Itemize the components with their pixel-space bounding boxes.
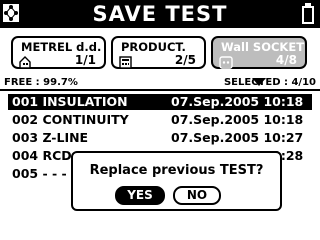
- list-item[interactable]: 002 CONTINUITY 07.Sep.2005 10:18: [8, 112, 312, 128]
- tab-product[interactable]: PRODUCT. 2/5: [111, 36, 206, 69]
- page-title: SAVE TEST: [92, 2, 228, 26]
- selected-count: SELECTED : 4/10: [223, 77, 316, 88]
- test-name: 005 - - - -: [12, 166, 77, 181]
- test-name: 004 RCD: [12, 148, 72, 163]
- no-button[interactable]: NO: [173, 186, 221, 205]
- tab-count: 4/8: [275, 53, 297, 67]
- test-date: 07.Sep.2005 10:18: [171, 94, 304, 109]
- test-date: 07.Sep.2005 10:27: [171, 130, 304, 145]
- divider: [0, 89, 320, 91]
- list-item[interactable]: 003 Z-LINE 07.Sep.2005 10:27: [8, 130, 312, 146]
- device-icon: [119, 54, 132, 69]
- tab-label: Wall SOCKET: [221, 40, 305, 54]
- tab-wall-socket[interactable]: Wall SOCKET 4/8: [211, 36, 307, 69]
- socket-icon: [219, 54, 233, 69]
- building-icon: [19, 54, 31, 69]
- dialog-question: Replace previous TEST?: [89, 163, 264, 178]
- confirm-dialog: Replace previous TEST? YES NO: [71, 151, 282, 211]
- tab-count: 1/1: [74, 53, 96, 67]
- test-date: 07.Sep.2005 10:18: [171, 112, 304, 127]
- test-name: 001 INSULATION: [12, 94, 128, 109]
- tab-count: 2/5: [174, 53, 196, 67]
- tab-label: PRODUCT.: [121, 40, 186, 54]
- battery-icon: [301, 3, 315, 25]
- free-memory: FREE : 99.7%: [4, 77, 78, 88]
- tab-installation[interactable]: METREL d.d. 1/1: [11, 36, 106, 69]
- list-item[interactable]: 001 INSULATION 07.Sep.2005 10:18: [8, 94, 312, 110]
- tab-label: METREL d.d.: [21, 40, 102, 54]
- yes-button[interactable]: YES: [115, 186, 165, 205]
- test-name: 002 CONTINUITY: [12, 112, 129, 127]
- test-name: 003 Z-LINE: [12, 130, 89, 145]
